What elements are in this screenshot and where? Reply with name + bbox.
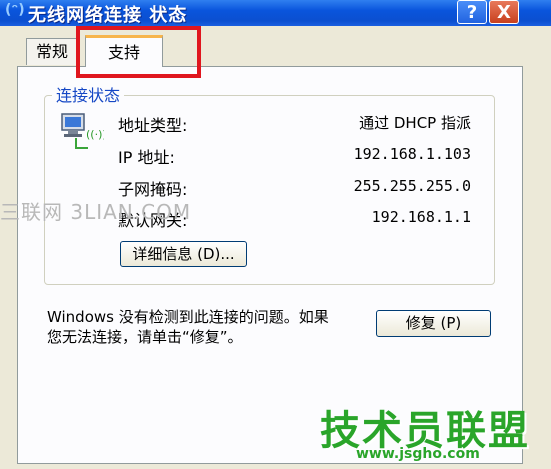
help-button[interactable]: ?: [457, 0, 487, 24]
watermark-url: www.jsgho.com: [356, 446, 480, 462]
close-button[interactable]: X: [489, 0, 519, 24]
network-connection-icon: ((·)): [61, 113, 104, 149]
repair-message-line2: 您无法连接，请单击“修复”。: [47, 328, 243, 346]
repair-message: Windows 没有检测到此连接的问题。如果 您无法连接，请单击“修复”。: [47, 307, 367, 347]
wireless-network-icon: (ᵔ): [5, 2, 25, 18]
details-button[interactable]: 详细信息 (D)...: [120, 241, 247, 267]
group-title: 连接状态: [52, 82, 125, 106]
watermark-3lian: 三联网 3LIAN.COM: [0, 200, 192, 224]
repair-button[interactable]: 修复 (P): [376, 310, 491, 337]
subnet-mask-value: 255.255.255.0: [353, 177, 471, 195]
highlight-box: [76, 26, 201, 78]
title-bar: (ᵔ) 无线网络连接 状态 ? X: [0, 0, 551, 26]
default-gateway-value: 192.168.1.1: [371, 208, 471, 226]
window-title: 无线网络连接 状态: [28, 5, 188, 26]
repair-message-line1: Windows 没有检测到此连接的问题。如果: [47, 308, 329, 326]
ip-address-label: IP 地址:: [118, 148, 175, 167]
tab-general[interactable]: 常规: [26, 38, 78, 65]
address-type-label: 地址类型:: [118, 116, 188, 135]
address-type-value: 通过 DHCP 指派: [359, 114, 471, 132]
ip-address-value: 192.168.1.103: [353, 145, 471, 163]
svg-text:((·)): ((·)): [86, 128, 104, 141]
